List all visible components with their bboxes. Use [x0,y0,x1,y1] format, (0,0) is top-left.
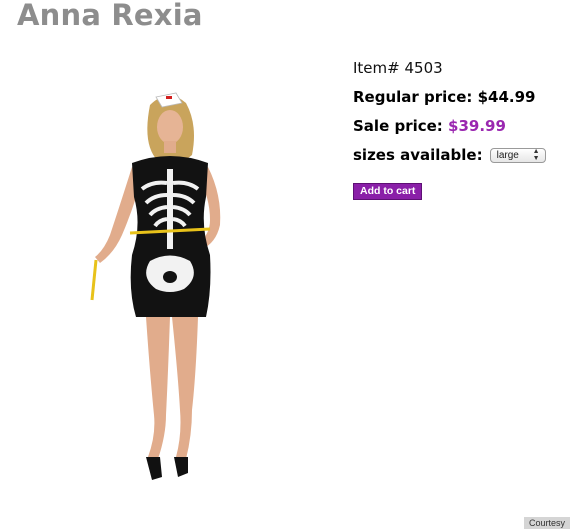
item-number: 4503 [404,59,443,77]
add-to-cart-button[interactable]: Add to cart [353,183,423,200]
regular-price-line: Regular price: $44.99 [353,87,563,107]
regular-price-value: $44.99 [477,88,536,106]
size-row: sizes available: large ▲ ▼ [353,145,563,165]
item-label: Item# [353,59,400,77]
size-select-value: large [496,149,519,161]
product-title: Anna Rexia [17,0,203,32]
courtesy-credit: Courtesy [523,517,570,529]
sale-price-label: Sale price: [353,117,443,135]
size-select[interactable]: large ▲ ▼ [489,147,546,163]
product-info: Item# 4503 Regular price: $44.99 Sale pr… [353,58,563,200]
sale-price-value: $39.99 [448,117,506,135]
sizes-label: sizes available: [353,146,483,164]
item-number-line: Item# 4503 [353,58,563,78]
regular-price-label: Regular price: [353,88,473,106]
up-down-arrows-icon: ▲ ▼ [532,148,540,162]
sale-price-line: Sale price: $39.99 [353,116,563,136]
product-photo [90,92,221,480]
